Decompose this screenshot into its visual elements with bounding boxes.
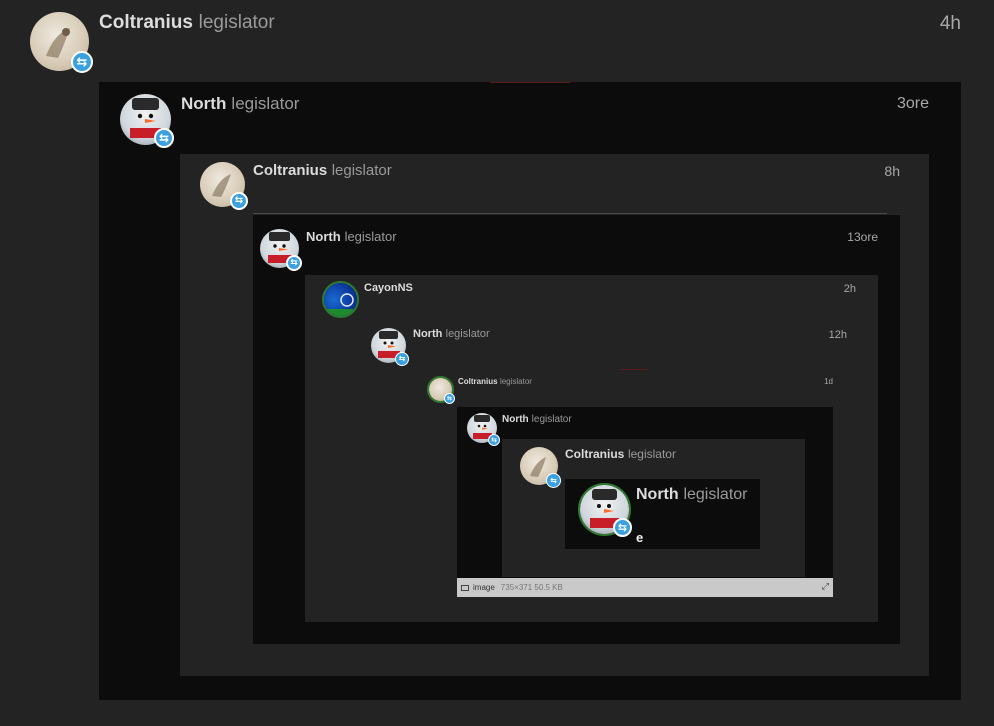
post-author[interactable]: North legislator [181,94,299,114]
post-time: 4h [939,13,961,34]
sync-badge-icon: ⇆ [286,255,302,271]
avatar-north[interactable]: ⇆ [120,94,174,148]
post-message: e [636,530,644,545]
avatar-north[interactable]: ⇆ [578,483,632,537]
author-role: legislator [231,94,300,113]
image-info-bar[interactable]: image 735×371 50.5 KB ⤢ [457,578,833,597]
image-label: image [473,583,495,592]
post-time: 13ore [847,230,878,244]
image-icon [461,584,469,591]
avatar-north[interactable]: ⇆ [260,229,302,271]
post-author[interactable]: North legislator [636,486,747,504]
post-author[interactable]: North legislator [306,229,397,244]
author-role: legislator [499,377,532,386]
post-time: 12h [828,329,847,341]
post-author[interactable]: North legislator [502,414,572,425]
chat-thread: { "posts": [ {"author":"Coltranius","rol… [0,0,994,726]
sync-badge-icon: ⇆ [395,352,409,366]
post-time: 3ore [896,95,929,112]
avatar-coltranius[interactable]: ⇆ [520,447,561,488]
avatar-cayonns[interactable] [322,281,359,318]
faint-divider [490,82,570,83]
author-role: legislator [531,414,572,425]
sync-badge-icon: ⇆ [488,434,500,446]
sync-badge-icon: ⇆ [444,393,455,404]
post-author[interactable]: North legislator [413,328,490,340]
author-role: legislator [344,229,397,244]
author-role: legislator [198,12,275,33]
author-role: legislator [445,328,490,340]
author-role: legislator [683,486,748,503]
avatar-north[interactable]: ⇆ [467,413,500,446]
author-role: legislator [627,447,676,461]
expand-icon[interactable]: ⤢ [822,581,829,592]
sync-badge-icon: ⇆ [613,518,632,537]
faint-divider [620,369,648,370]
post-author[interactable]: Coltranius legislator [99,12,275,34]
avatar-coltranius[interactable]: ⇆ [200,162,248,210]
post-author[interactable]: Coltranius legislator [565,447,676,461]
post-time: 2h [843,283,856,295]
post-author[interactable]: Coltranius legislator [253,162,392,179]
divider [253,213,887,214]
sync-badge-icon: ⇆ [230,192,248,210]
avatar-coltranius[interactable]: ⇆ [30,12,93,73]
sync-badge-icon: ⇆ [154,128,174,148]
sync-badge-icon: ⇆ [546,473,561,488]
post-time: 8h [884,163,900,179]
post-time: 1d [824,377,833,386]
image-meta: 735×371 50.5 KB [500,583,563,592]
avatar-coltranius[interactable]: ⇆ [427,376,455,404]
sync-badge-icon: ⇆ [71,51,93,73]
post-author[interactable]: CayonNS [364,282,413,294]
avatar-north[interactable]: ⇆ [371,328,409,366]
post-author[interactable]: Coltranius legislator [458,377,532,386]
author-role: legislator [331,162,392,179]
